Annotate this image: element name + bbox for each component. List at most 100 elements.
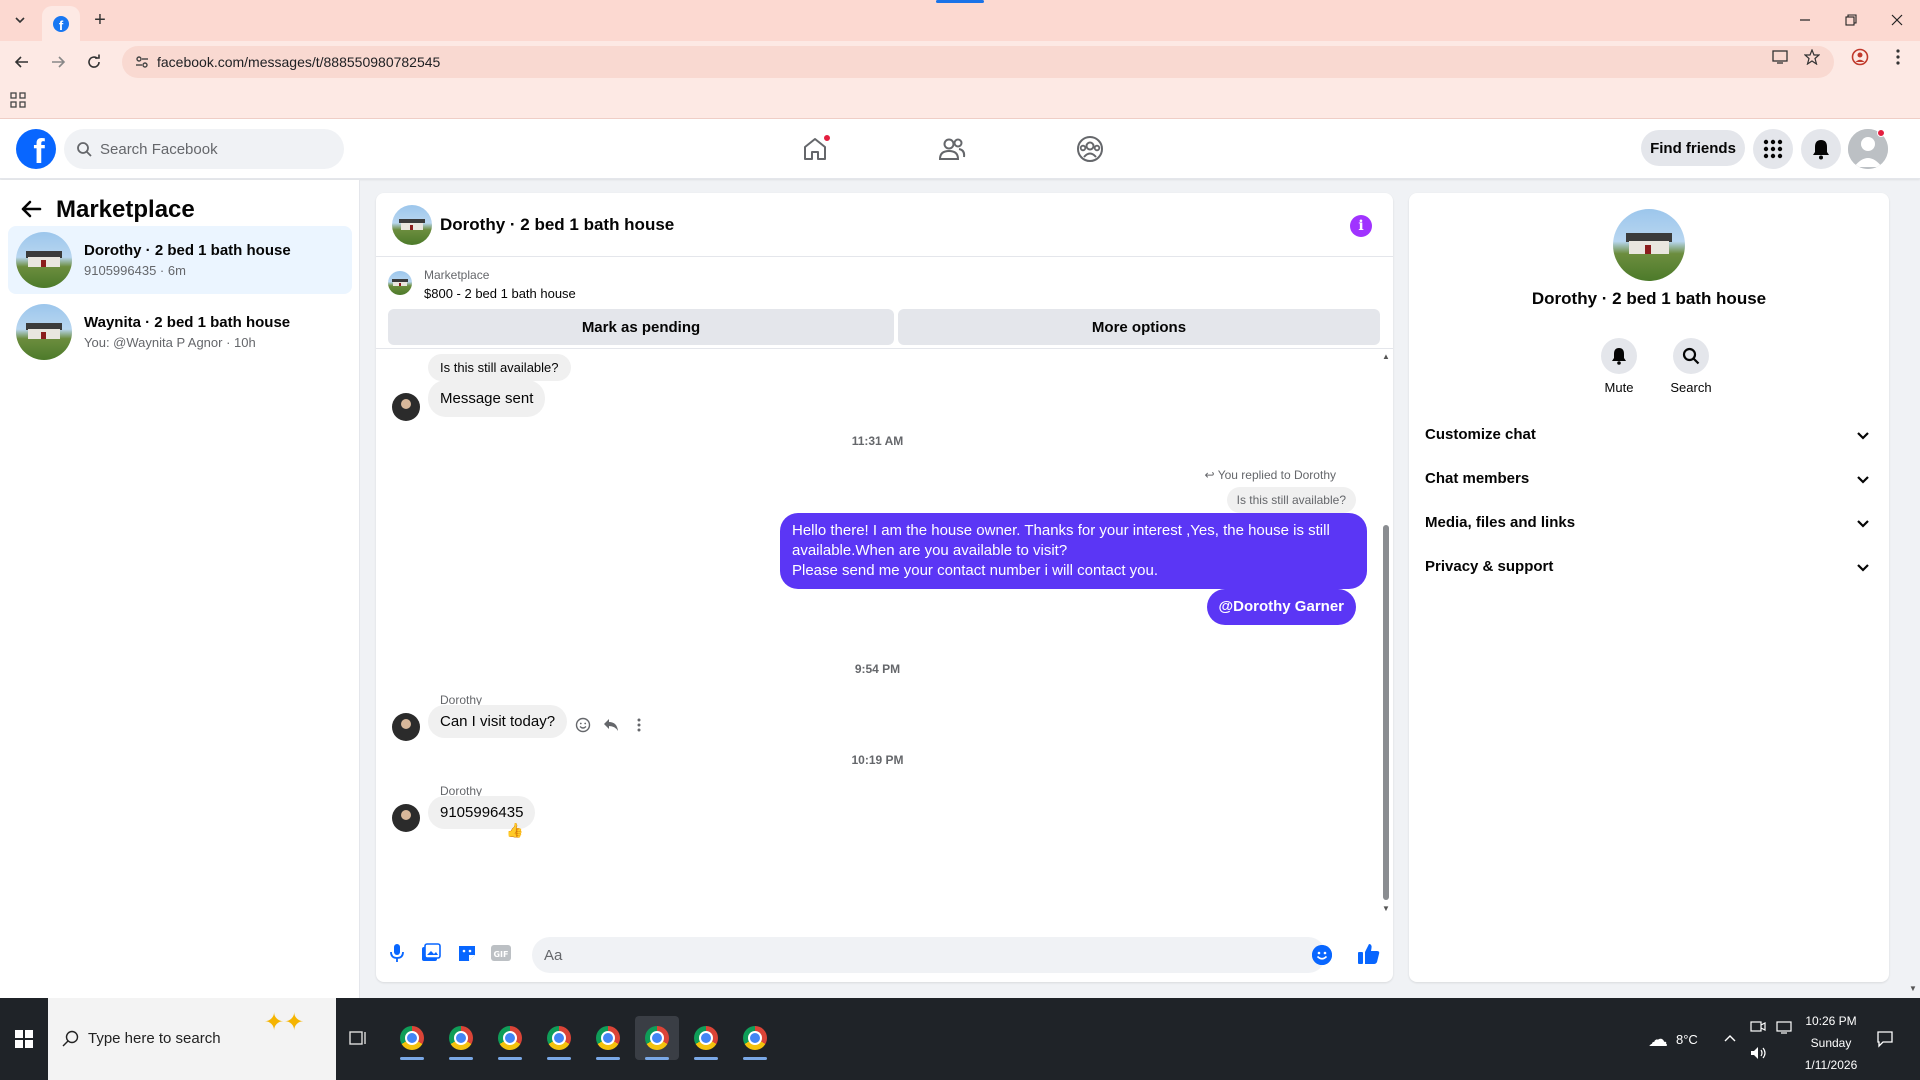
- chrome-taskbar-icon[interactable]: [733, 1016, 777, 1060]
- chat-title[interactable]: Dorothy · 2 bed 1 bath house: [440, 215, 674, 235]
- message-composer: GIF: [376, 928, 1393, 982]
- weather-widget[interactable]: ☁ 8°C: [1648, 998, 1698, 1080]
- chevron-down-icon: [1853, 469, 1873, 489]
- scroll-down-icon[interactable]: ▼: [1382, 904, 1390, 913]
- task-view-icon[interactable]: [348, 1028, 370, 1050]
- back-arrow-icon[interactable]: [20, 198, 44, 222]
- info-icon[interactable]: i: [1350, 215, 1372, 237]
- message-scrollbar[interactable]: ▲ ▼: [1379, 350, 1393, 916]
- listing-thumbnail: [16, 232, 72, 288]
- back-icon[interactable]: [10, 50, 34, 74]
- chrome-taskbar-icon[interactable]: [586, 1016, 630, 1060]
- chat-listing-thumbnail[interactable]: [392, 205, 432, 245]
- more-options-button[interactable]: More options: [898, 309, 1380, 345]
- microphone-icon[interactable]: [386, 942, 408, 964]
- system-clock[interactable]: 10:26 PM Sunday 1/11/2026: [1800, 1010, 1862, 1076]
- message-bubble[interactable]: Message sent: [428, 380, 546, 417]
- conversation-item-waynita[interactable]: Waynita · 2 bed 1 bath house You: @Wayni…: [8, 298, 352, 366]
- home-icon[interactable]: [759, 129, 871, 169]
- search-in-chat-button[interactable]: Search: [1661, 338, 1721, 395]
- friends-icon[interactable]: [896, 129, 1008, 169]
- notifications-bell-icon[interactable]: [1801, 129, 1841, 169]
- mute-button[interactable]: Mute: [1589, 338, 1649, 395]
- search-icon: [62, 1029, 82, 1049]
- apps-grid-icon[interactable]: [10, 92, 28, 110]
- conversation-item-dorothy[interactable]: Dorothy · 2 bed 1 bath house 9105996435 …: [8, 226, 352, 294]
- listing-price[interactable]: $800 - 2 bed 1 bath house: [424, 286, 576, 301]
- sender-avatar[interactable]: [392, 713, 420, 741]
- conversation-name: Dorothy · 2 bed 1 bath house: [84, 242, 291, 259]
- close-window-icon[interactable]: [1882, 8, 1912, 32]
- chrome-taskbar-icon[interactable]: [635, 1016, 679, 1060]
- sender-avatar[interactable]: [392, 804, 420, 832]
- profile-icon[interactable]: [1850, 47, 1870, 67]
- sticker-icon[interactable]: [456, 942, 478, 964]
- groups-icon[interactable]: [1034, 129, 1146, 169]
- show-hidden-icons-icon[interactable]: [1724, 998, 1736, 1080]
- notification-center-icon[interactable]: [1876, 998, 1894, 1080]
- gif-icon[interactable]: GIF: [490, 942, 512, 964]
- my-message-bubble[interactable]: Hello there! I am the house owner. Thank…: [780, 513, 1367, 589]
- chrome-taskbar-icon[interactable]: [684, 1016, 728, 1060]
- facebook-search-input[interactable]: [100, 129, 330, 169]
- message-input[interactable]: [544, 937, 1284, 973]
- minimize-icon[interactable]: [1790, 8, 1820, 32]
- clock-date: 1/11/2026: [1804, 1058, 1858, 1072]
- weather-temperature: 8°C: [1676, 1031, 1698, 1047]
- new-tab-button[interactable]: +: [88, 8, 112, 32]
- quoted-message[interactable]: Is this still available?: [1226, 487, 1356, 513]
- my-mention-bubble[interactable]: @Dorothy Garner: [1206, 589, 1356, 625]
- address-bar[interactable]: facebook.com/messages/t/888550980782545: [122, 46, 1834, 78]
- my-message-text: Hello there! I am the house owner. Thank…: [792, 522, 1330, 559]
- more-actions-icon[interactable]: [629, 715, 649, 735]
- facebook-logo-icon[interactable]: f: [16, 129, 56, 169]
- forward-icon[interactable]: [46, 50, 70, 74]
- reload-icon[interactable]: [82, 50, 106, 74]
- reply-indicator: ↩ You replied to Dorothy: [1205, 468, 1337, 482]
- tab-search-icon[interactable]: [8, 8, 32, 32]
- find-friends-button[interactable]: Find friends: [1641, 130, 1745, 166]
- chat-members-section[interactable]: Chat members: [1417, 457, 1881, 501]
- scrollbar-thumb[interactable]: [1383, 525, 1389, 900]
- details-avatar[interactable]: [1613, 209, 1685, 281]
- facebook-search[interactable]: [64, 129, 344, 169]
- windows-start-icon[interactable]: [0, 998, 48, 1080]
- message-bubble[interactable]: Can I visit today?: [428, 705, 568, 738]
- bookmark-star-icon[interactable]: [1802, 47, 1822, 67]
- photo-icon[interactable]: [420, 942, 442, 964]
- react-icon[interactable]: [573, 715, 593, 735]
- install-app-icon[interactable]: [1770, 47, 1790, 67]
- chrome-taskbar-icon[interactable]: [390, 1016, 434, 1060]
- network-icon[interactable]: [1776, 986, 1792, 1068]
- restore-icon[interactable]: [1836, 8, 1866, 32]
- my-message-text: Please send me your contact number i wil…: [792, 562, 1159, 579]
- privacy-support-section[interactable]: Privacy & support: [1417, 545, 1881, 589]
- message-bubble[interactable]: Is this still available?: [428, 354, 571, 381]
- customize-chat-section[interactable]: Customize chat: [1417, 413, 1881, 457]
- thumbs-up-reaction[interactable]: 👍: [506, 822, 523, 839]
- chrome-taskbar-icon[interactable]: [537, 1016, 581, 1060]
- taskbar-search-box[interactable]: Type here to search ✦✦: [48, 998, 336, 1080]
- message-input-wrapper[interactable]: [532, 937, 1332, 973]
- svg-text:GIF: GIF: [493, 950, 508, 959]
- volume-icon[interactable]: [1750, 1012, 1768, 1080]
- browser-tab-facebook[interactable]: f: [42, 6, 80, 41]
- reply-icon[interactable]: [601, 715, 621, 735]
- browser-menu-icon[interactable]: [1888, 47, 1908, 67]
- scroll-up-icon[interactable]: ▲: [1382, 352, 1390, 361]
- chevron-down-icon: [1853, 425, 1873, 445]
- chrome-taskbar-icon[interactable]: [439, 1016, 483, 1060]
- chevron-down-icon: [1853, 513, 1873, 533]
- chrome-taskbar-icon[interactable]: [488, 1016, 532, 1060]
- bookmarks-bar: [0, 83, 1920, 119]
- site-info-icon[interactable]: [134, 54, 150, 70]
- emoji-icon[interactable]: [1312, 945, 1332, 965]
- like-send-icon[interactable]: [1356, 941, 1382, 967]
- mark-as-pending-button[interactable]: Mark as pending: [388, 309, 894, 345]
- page-scrollbar[interactable]: ▼: [1906, 180, 1920, 998]
- menu-grid-icon[interactable]: [1753, 129, 1793, 169]
- sender-avatar[interactable]: [392, 393, 420, 421]
- scroll-down-icon[interactable]: ▼: [1909, 984, 1917, 993]
- media-files-links-section[interactable]: Media, files and links: [1417, 501, 1881, 545]
- account-notification-dot: [1877, 129, 1885, 137]
